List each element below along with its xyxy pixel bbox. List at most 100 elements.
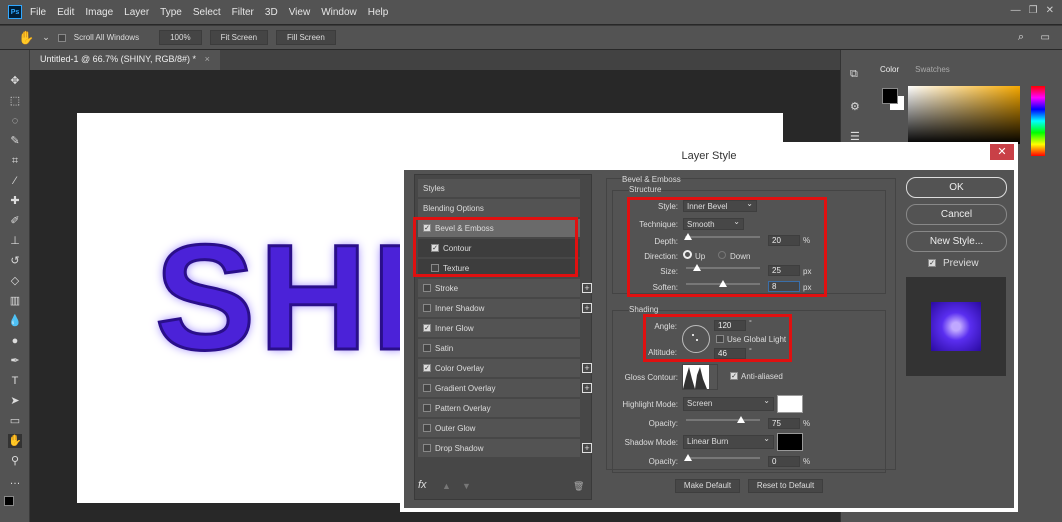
rectangle-tool-icon[interactable]: ▭ bbox=[8, 414, 22, 428]
style-select[interactable]: Inner Bevel bbox=[683, 198, 757, 212]
style-item-blending-options[interactable]: Blending Options bbox=[418, 199, 580, 218]
healing-tool-icon[interactable]: ✚ bbox=[8, 194, 22, 208]
preview-checkbox[interactable]: ✓ bbox=[928, 259, 936, 267]
add-effect-icon[interactable]: + bbox=[582, 283, 592, 293]
menu-help[interactable]: Help bbox=[368, 7, 389, 18]
blur-tool-icon[interactable]: 💧 bbox=[8, 314, 22, 328]
highlight-opacity-input[interactable]: 75 bbox=[768, 418, 800, 429]
history-panel-icon[interactable]: ⧉ bbox=[850, 68, 858, 81]
lasso-tool-icon[interactable]: ◌ bbox=[8, 114, 22, 128]
menu-edit[interactable]: Edit bbox=[57, 7, 74, 18]
menu-3d[interactable]: 3D bbox=[265, 7, 278, 18]
anti-aliased-checkbox[interactable]: ✓ bbox=[730, 372, 738, 380]
foreground-color-swatch[interactable] bbox=[882, 88, 898, 104]
zoom-tool-icon[interactable]: ⚲ bbox=[8, 454, 22, 468]
make-default-button[interactable]: Make Default bbox=[675, 479, 740, 493]
marquee-tool-icon[interactable]: ⬚ bbox=[8, 94, 22, 108]
quick-select-tool-icon[interactable]: ✎ bbox=[8, 134, 22, 148]
angle-input[interactable]: 120 bbox=[714, 320, 746, 331]
fx-button[interactable]: fx bbox=[418, 479, 427, 491]
foreground-color-swatch[interactable] bbox=[4, 496, 14, 506]
style-checkbox[interactable] bbox=[423, 384, 431, 392]
menu-type[interactable]: Type bbox=[160, 7, 182, 18]
add-effect-icon[interactable]: + bbox=[582, 383, 592, 393]
close-icon[interactable]: ✕ bbox=[1046, 5, 1054, 16]
highlight-color-swatch[interactable] bbox=[777, 395, 803, 413]
new-style-button[interactable]: New Style... bbox=[906, 231, 1007, 252]
document-tab[interactable]: Untitled-1 @ 66.7% (SHINY, RGB/8#) * × bbox=[30, 50, 220, 70]
style-item-gradient-overlay[interactable]: Gradient Overlay + bbox=[418, 379, 592, 398]
size-input[interactable]: 25 bbox=[768, 265, 800, 276]
style-item-styles[interactable]: Styles bbox=[418, 179, 580, 198]
brush-tool-icon[interactable]: ✐ bbox=[8, 214, 22, 228]
style-item-drop-shadow[interactable]: Drop Shadow + bbox=[418, 439, 592, 458]
style-item-color-overlay[interactable]: ✓ Color Overlay + bbox=[418, 359, 592, 378]
hand-tool-icon[interactable]: ✋ bbox=[8, 434, 22, 448]
move-tool-icon[interactable]: ✥ bbox=[8, 74, 22, 88]
style-item-outer-glow[interactable]: Outer Glow bbox=[418, 419, 580, 438]
close-tab-icon[interactable]: × bbox=[205, 54, 210, 64]
soften-slider[interactable] bbox=[686, 280, 760, 287]
shadow-mode-select[interactable]: Linear Burn bbox=[683, 433, 774, 449]
shadow-color-swatch[interactable] bbox=[777, 433, 803, 451]
color-field[interactable] bbox=[908, 86, 1020, 144]
scroll-all-checkbox[interactable] bbox=[57, 33, 66, 42]
minimize-icon[interactable]: — bbox=[1011, 5, 1021, 16]
restore-icon[interactable]: ❐ bbox=[1029, 5, 1038, 16]
search-icon[interactable]: ⌕ bbox=[1018, 31, 1024, 44]
global-light-checkbox[interactable] bbox=[716, 335, 724, 343]
chevron-down-icon[interactable]: ⌄ bbox=[42, 32, 50, 43]
style-checkbox[interactable] bbox=[423, 304, 431, 312]
path-select-icon[interactable]: ➤ bbox=[8, 394, 22, 408]
altitude-input[interactable]: 46 bbox=[714, 348, 746, 359]
hand-tool-icon[interactable]: ✋ bbox=[18, 30, 34, 46]
depth-slider[interactable] bbox=[684, 233, 760, 240]
style-checkbox[interactable] bbox=[423, 444, 431, 452]
reset-default-button[interactable]: Reset to Default bbox=[748, 479, 823, 493]
eraser-tool-icon[interactable]: ◇ bbox=[8, 274, 22, 288]
cancel-button[interactable]: Cancel bbox=[906, 204, 1007, 225]
more-tools-icon[interactable]: … bbox=[8, 474, 22, 488]
properties-panel-icon[interactable]: ⚙ bbox=[850, 100, 860, 113]
history-brush-icon[interactable]: ↺ bbox=[8, 254, 22, 268]
highlight-opacity-slider[interactable] bbox=[686, 416, 760, 423]
gloss-contour-picker[interactable] bbox=[682, 364, 718, 390]
move-down-icon[interactable]: ▼ bbox=[462, 481, 471, 491]
hue-slider[interactable] bbox=[1031, 86, 1045, 156]
shadow-opacity-input[interactable]: 0 bbox=[768, 456, 800, 467]
move-up-icon[interactable]: ▲ bbox=[442, 481, 451, 491]
highlight-mode-select[interactable]: Screen bbox=[683, 395, 774, 411]
style-item-inner-glow[interactable]: ✓ Inner Glow bbox=[418, 319, 580, 338]
workspace-icon[interactable]: ▭ bbox=[1041, 32, 1050, 43]
eyedropper-tool-icon[interactable]: ⁄ bbox=[8, 174, 22, 188]
gradient-tool-icon[interactable]: ▥ bbox=[8, 294, 22, 308]
fill-screen-button[interactable]: Fill Screen bbox=[276, 30, 336, 45]
menu-window[interactable]: Window bbox=[321, 7, 357, 18]
menu-image[interactable]: Image bbox=[85, 7, 113, 18]
depth-input[interactable]: 20 bbox=[768, 235, 800, 246]
style-item-inner-shadow[interactable]: Inner Shadow + bbox=[418, 299, 592, 318]
menu-filter[interactable]: Filter bbox=[232, 7, 254, 18]
style-checkbox[interactable]: ✓ bbox=[423, 364, 431, 372]
menu-file[interactable]: File bbox=[30, 7, 46, 18]
tab-swatches[interactable]: Swatches bbox=[907, 60, 958, 79]
size-slider[interactable] bbox=[686, 264, 760, 271]
soften-input[interactable]: 8 bbox=[768, 281, 800, 292]
menu-layer[interactable]: Layer bbox=[124, 7, 149, 18]
fit-screen-button[interactable]: Fit Screen bbox=[209, 30, 269, 45]
angle-dial[interactable] bbox=[682, 325, 710, 353]
style-checkbox[interactable] bbox=[423, 424, 431, 432]
type-tool-icon[interactable]: T bbox=[8, 374, 22, 388]
direction-down-radio[interactable] bbox=[718, 251, 726, 259]
ok-button[interactable]: OK bbox=[906, 177, 1007, 198]
style-checkbox[interactable] bbox=[423, 284, 431, 292]
trash-icon[interactable]: 🗑 bbox=[573, 481, 584, 492]
zoom-100-button[interactable]: 100% bbox=[159, 30, 202, 45]
technique-select[interactable]: Smooth bbox=[683, 216, 744, 230]
style-item-satin[interactable]: Satin bbox=[418, 339, 580, 358]
add-effect-icon[interactable]: + bbox=[582, 363, 592, 373]
style-item-stroke[interactable]: Stroke + bbox=[418, 279, 592, 298]
shadow-opacity-slider[interactable] bbox=[684, 454, 760, 461]
menu-select[interactable]: Select bbox=[193, 7, 221, 18]
direction-up-radio[interactable] bbox=[683, 250, 692, 259]
